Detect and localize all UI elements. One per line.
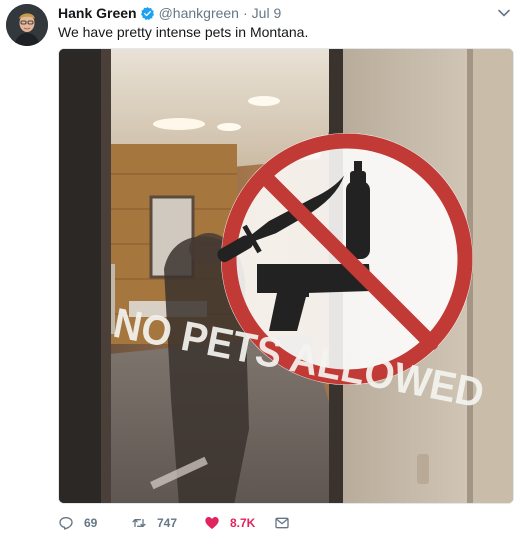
tweet-text: We have pretty intense pets in Montana. <box>58 24 309 40</box>
retweet-count: 747 <box>157 516 178 530</box>
reply-icon <box>59 517 73 530</box>
direct-message-button[interactable] <box>274 515 290 531</box>
tweet-photo[interactable]: NO PETS ALLOWED <box>58 48 514 504</box>
like-button[interactable]: 8.7K <box>204 515 284 531</box>
reply-button[interactable]: 69 <box>58 515 130 531</box>
display-name[interactable]: Hank Green <box>58 5 137 21</box>
like-count: 8.7K <box>230 516 256 530</box>
tweet-actions: 69 747 8.7K <box>58 513 289 533</box>
tweet-header: Hank Green @hankgreen · Jul 9 <box>58 4 281 22</box>
separator: · <box>242 5 248 21</box>
retweet-icon <box>132 519 146 527</box>
verified-badge-icon <box>140 6 155 21</box>
avatar[interactable] <box>6 4 48 46</box>
reply-count: 69 <box>84 516 98 530</box>
chevron-down-icon[interactable] <box>497 6 511 20</box>
tweet-card: Hank Green @hankgreen · Jul 9 We have pr… <box>0 0 521 544</box>
envelope-icon <box>275 517 289 529</box>
retweet-button[interactable]: 747 <box>131 515 211 531</box>
handle[interactable]: @hankgreen <box>159 5 239 21</box>
timestamp[interactable]: Jul 9 <box>252 5 282 21</box>
heart-icon <box>205 517 219 529</box>
